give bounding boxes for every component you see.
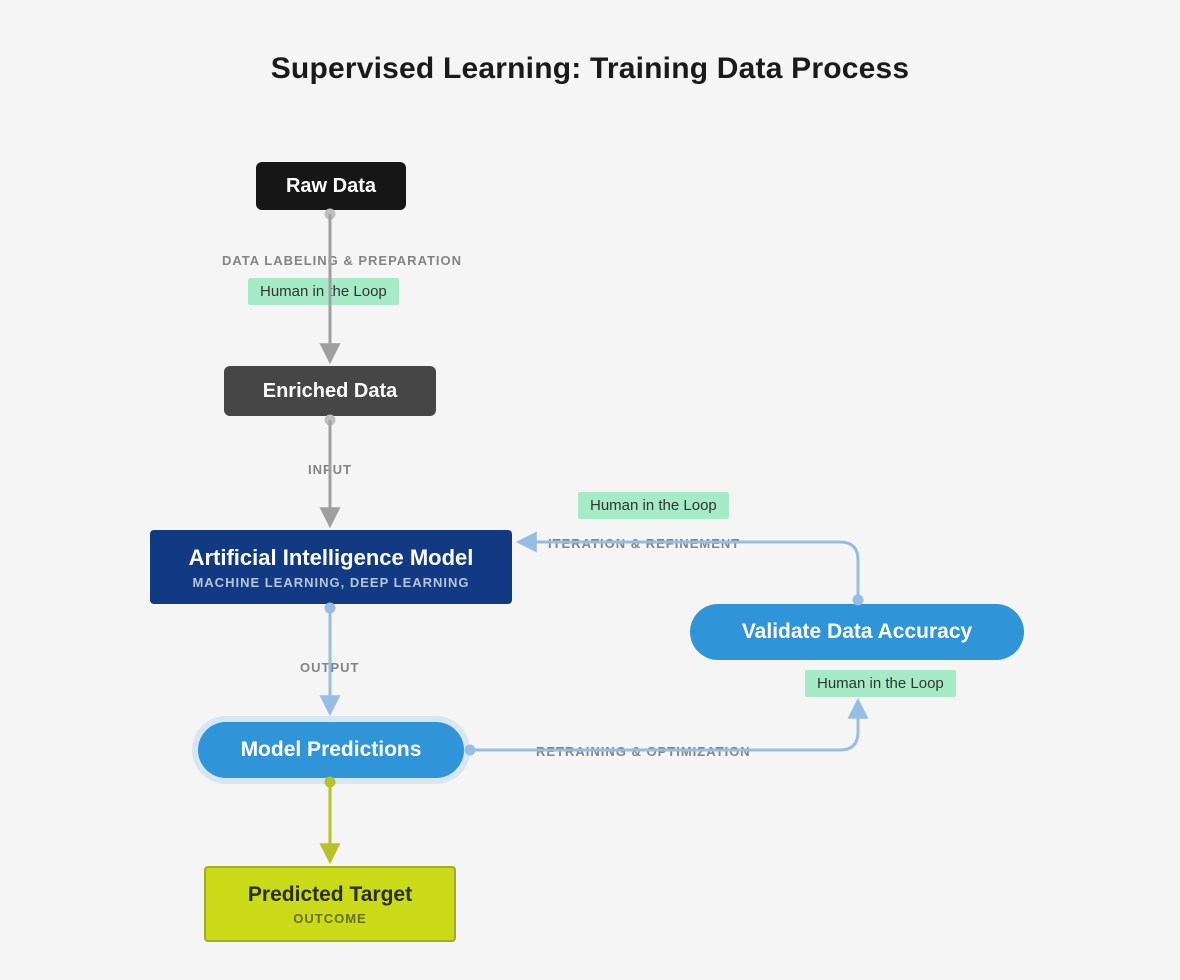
tag-human-in-the-loop: Human in the Loop bbox=[248, 278, 399, 305]
node-model-predictions: Model Predictions bbox=[198, 722, 464, 778]
diagram-title: Supervised Learning: Training Data Proce… bbox=[0, 52, 1180, 86]
edge-label-iteration: ITERATION & REFINEMENT bbox=[548, 536, 740, 551]
edge-label-retraining: RETRAINING & OPTIMIZATION bbox=[536, 744, 751, 759]
node-ai-model: Artificial Intelligence Model MACHINE LE… bbox=[150, 530, 512, 604]
node-ai-model-subtitle: MACHINE LEARNING, DEEP LEARNING bbox=[192, 575, 469, 590]
node-enriched-data-label: Enriched Data bbox=[263, 380, 397, 403]
diagram-canvas: Supervised Learning: Training Data Proce… bbox=[0, 0, 1180, 980]
node-enriched-data: Enriched Data bbox=[224, 366, 436, 416]
node-model-predictions-label: Model Predictions bbox=[241, 738, 422, 762]
tag-human-in-the-loop: Human in the Loop bbox=[578, 492, 729, 519]
node-raw-data-label: Raw Data bbox=[286, 175, 376, 198]
edge-label-output: OUTPUT bbox=[300, 660, 359, 675]
tag-human-in-the-loop: Human in the Loop bbox=[805, 670, 956, 697]
edge-label-input: INPUT bbox=[308, 462, 352, 477]
edges-layer bbox=[0, 0, 1180, 980]
node-validate-accuracy: Validate Data Accuracy bbox=[690, 604, 1024, 660]
node-predicted-target-subtitle: OUTCOME bbox=[293, 911, 366, 926]
node-predicted-target-label: Predicted Target bbox=[248, 883, 412, 907]
node-validate-accuracy-label: Validate Data Accuracy bbox=[742, 620, 972, 644]
edge-label-preparation: DATA LABELING & PREPARATION bbox=[222, 253, 462, 268]
node-raw-data: Raw Data bbox=[256, 162, 406, 210]
node-ai-model-label: Artificial Intelligence Model bbox=[189, 545, 474, 571]
node-predicted-target: Predicted Target OUTCOME bbox=[204, 866, 456, 942]
